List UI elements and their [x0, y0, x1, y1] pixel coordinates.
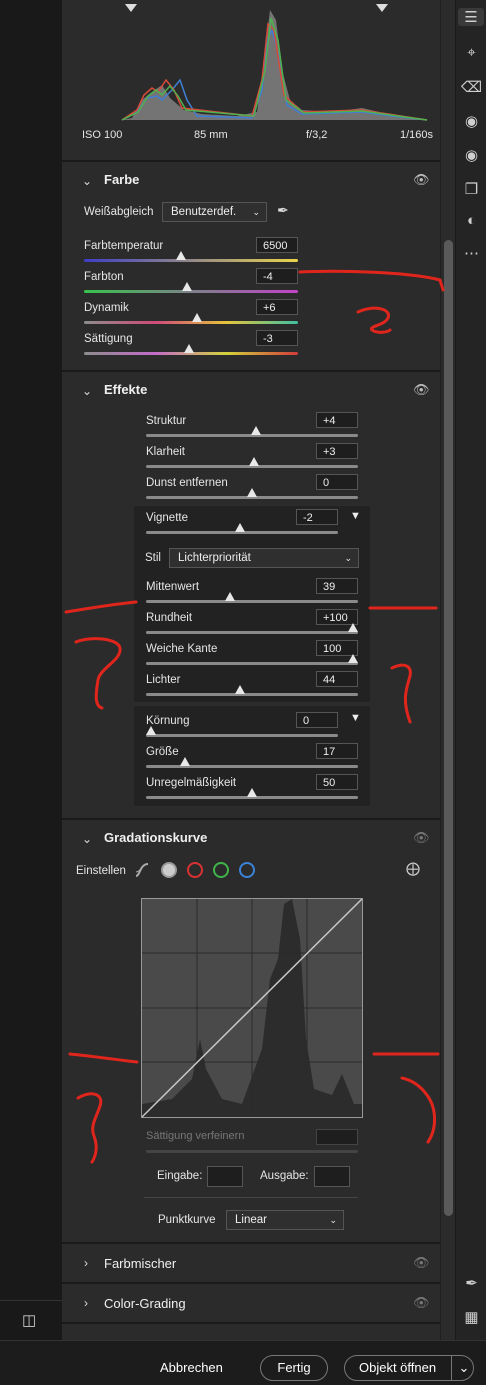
annotation-strokes [64, 269, 445, 1164]
